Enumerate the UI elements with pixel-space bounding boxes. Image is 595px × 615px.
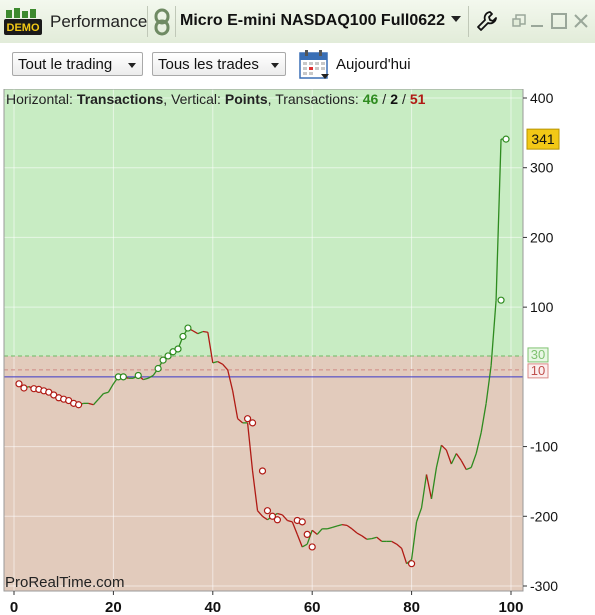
horizontal-label: Horizontal: (6, 91, 73, 107)
breakeven-count: 2 (390, 91, 398, 107)
trade-marker (75, 401, 83, 409)
loss-threshold-value: 10 (531, 363, 545, 378)
divider (175, 6, 176, 37)
trade-marker (248, 419, 257, 427)
trade-marker (303, 530, 311, 539)
trade-marker (502, 135, 510, 143)
vertical-value: Points (225, 91, 268, 107)
maximize-icon[interactable] (550, 12, 568, 30)
trade-marker (308, 543, 316, 551)
trades-filter-dropdown[interactable]: Tous les trades (152, 52, 286, 76)
line-segment-down (341, 524, 348, 526)
separator: / (402, 91, 406, 107)
trading-filter-dropdown[interactable]: Tout le trading (12, 52, 143, 76)
y-tick-label: 100 (530, 299, 554, 315)
trade-marker (154, 364, 162, 373)
y-tick-label: 300 (530, 160, 554, 176)
trade-marker (20, 384, 28, 392)
y-tick-label: -300 (530, 578, 558, 594)
demo-logo-icon: DEMO (4, 8, 42, 35)
line-segment-down (202, 330, 208, 333)
x-tick-label: 80 (403, 599, 420, 615)
trades-filter-label: Tous les trades (158, 56, 259, 73)
y-axis: 400 300 200 100 -100 -200 -300 (523, 90, 558, 594)
trade-marker (407, 560, 416, 568)
x-axis: 0 20 40 60 80 100 (10, 591, 524, 615)
instrument-selector[interactable]: Micro E-mini NASDAQ100 Full0622 (180, 12, 445, 30)
x-tick-label: 0 (10, 599, 18, 615)
trade-marker (273, 516, 282, 524)
trade-marker (174, 345, 182, 353)
wins-count: 46 (363, 91, 379, 107)
current-value-badge: 341 (526, 128, 560, 150)
gain-threshold-value: 30 (531, 347, 545, 362)
wrench-icon[interactable] (476, 10, 498, 32)
x-tick-label: 100 (498, 599, 523, 615)
date-label: Aujourd'hui (336, 56, 411, 73)
trade-marker (134, 371, 142, 380)
trade-marker (179, 332, 187, 341)
trade-marker (184, 324, 192, 332)
demo-badge: DEMO (7, 22, 40, 34)
line-segment-up (366, 537, 372, 540)
transactions-label: , Transactions: (268, 91, 359, 107)
trading-filter-label: Tout le trading (18, 56, 113, 73)
divider (468, 6, 469, 37)
chevron-down-icon[interactable] (451, 16, 461, 22)
chevron-down-icon (128, 63, 136, 68)
watermark: ProRealTime.com (5, 574, 124, 591)
horizontal-value: Transactions (77, 91, 164, 107)
divider (147, 6, 148, 37)
x-tick-label: 60 (304, 599, 321, 615)
toolbar: Tout le trading Tous les trades Aujourd'… (0, 43, 595, 89)
vertical-label: , Vertical: (163, 91, 221, 107)
trade-marker (258, 467, 267, 475)
trade-marker (497, 296, 505, 304)
window-title: Performance (50, 12, 148, 31)
detach-window-icon[interactable] (510, 12, 528, 30)
chart-header: Horizontal: Transactions, Vertical: Points… (6, 91, 426, 107)
y-tick-label: -100 (530, 439, 558, 455)
trade-marker (119, 373, 127, 381)
performance-chart: 400 300 200 100 -100 -200 -300 0 20 40 60 80 100 Ho… (3, 89, 560, 615)
gain-threshold-badge: 30 (527, 347, 549, 363)
gain-zone (4, 89, 523, 356)
loss-threshold-badge: 10 (527, 363, 549, 379)
window-titlebar: DEMO Performance Micro E-mini NASDAQ100 … (0, 0, 595, 44)
y-tick-label: 400 (530, 90, 554, 106)
y-tick-label: -200 (530, 508, 558, 524)
calendar-icon[interactable] (299, 49, 331, 81)
trade-marker (298, 518, 306, 526)
minimize-icon[interactable] (528, 12, 546, 30)
losses-count: 51 (410, 91, 426, 107)
chevron-down-icon (271, 63, 279, 68)
link-icon[interactable] (152, 8, 172, 36)
close-icon[interactable] (572, 12, 590, 30)
x-tick-label: 40 (204, 599, 221, 615)
y-tick-label: 200 (530, 229, 554, 245)
trade-marker (263, 507, 272, 515)
current-value: 341 (531, 131, 555, 147)
separator: / (382, 91, 386, 107)
x-tick-label: 20 (105, 599, 122, 615)
